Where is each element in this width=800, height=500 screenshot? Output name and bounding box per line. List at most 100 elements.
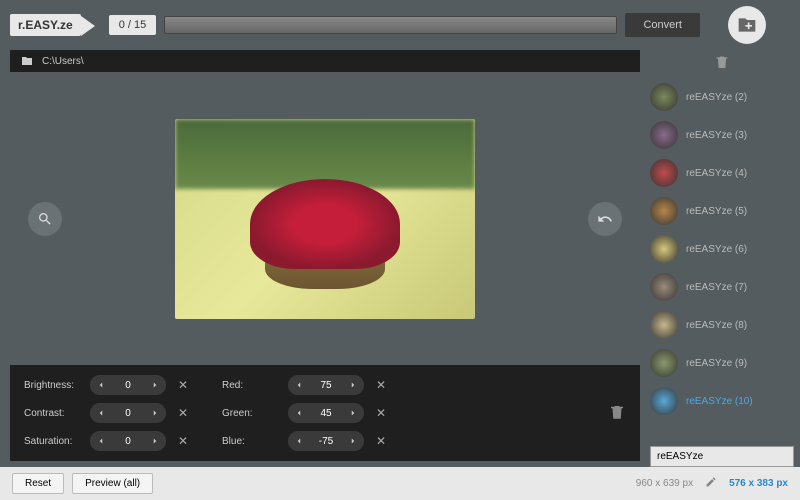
green-increase-button[interactable] xyxy=(342,403,364,423)
red-reset-button[interactable]: ✕ xyxy=(372,376,390,394)
contrast-increase-button[interactable] xyxy=(144,403,166,423)
preview-all-button[interactable]: Preview (all) xyxy=(72,473,153,494)
preset-label: reEASYze (5) xyxy=(686,206,747,217)
red-value: 75 xyxy=(310,380,342,391)
preset-label: reEASYze (2) xyxy=(686,92,747,103)
saturation-label: Saturation: xyxy=(24,436,84,447)
trash-icon xyxy=(608,403,626,421)
preset-thumbnail xyxy=(650,121,678,149)
contrast-control: Contrast: 0 ✕ xyxy=(24,403,192,423)
blue-increase-button[interactable] xyxy=(342,431,364,451)
green-value: 45 xyxy=(310,408,342,419)
zoom-button[interactable] xyxy=(28,202,62,236)
app-logo: r.EASY.ze xyxy=(10,14,81,36)
contrast-value: 0 xyxy=(112,408,144,419)
preset-thumbnail xyxy=(650,349,678,377)
blue-decrease-button[interactable] xyxy=(288,431,310,451)
preset-label: reEASYze (7) xyxy=(686,282,747,293)
magnifier-icon xyxy=(37,211,53,227)
green-stepper: 45 xyxy=(288,403,364,423)
green-label: Green: xyxy=(222,408,282,419)
convert-button[interactable]: Convert xyxy=(625,13,700,37)
arrow-right-icon xyxy=(348,436,358,446)
preview-image xyxy=(175,119,475,319)
preset-label: reEASYze (9) xyxy=(686,358,747,369)
reset-button[interactable]: Reset xyxy=(12,473,64,494)
add-folder-button[interactable] xyxy=(728,6,766,44)
preset-label: reEASYze (8) xyxy=(686,320,747,331)
saturation-decrease-button[interactable] xyxy=(90,431,112,451)
arrow-right-icon xyxy=(150,408,160,418)
preset-label: reEASYze (3) xyxy=(686,130,747,141)
path-bar: C:\Users\ xyxy=(10,50,640,72)
folder-icon xyxy=(20,55,34,67)
delete-preset-button[interactable] xyxy=(650,50,794,81)
progress-count: 0 / 15 xyxy=(109,15,157,35)
preset-label: reEASYze (6) xyxy=(686,244,747,255)
preset-thumbnail xyxy=(650,159,678,187)
arrow-left-icon xyxy=(294,436,304,446)
preset-item[interactable]: reEASYze (6) xyxy=(650,233,790,265)
saturation-control: Saturation: 0 ✕ xyxy=(24,431,192,451)
trash-icon xyxy=(714,54,730,70)
undo-button[interactable] xyxy=(588,202,622,236)
brightness-increase-button[interactable] xyxy=(144,375,166,395)
arrow-right-icon xyxy=(348,380,358,390)
preset-thumbnail xyxy=(650,235,678,263)
preset-item[interactable]: reEASYze (10) xyxy=(650,385,790,417)
brightness-stepper: 0 xyxy=(90,375,166,395)
arrow-left-icon xyxy=(96,380,106,390)
green-reset-button[interactable]: ✕ xyxy=(372,404,390,422)
original-dimensions: 960 x 639 px xyxy=(636,478,693,489)
preset-label: reEASYze (10) xyxy=(686,396,753,407)
saturation-value: 0 xyxy=(112,436,144,447)
arrow-left-icon xyxy=(96,436,106,446)
target-dimensions: 576 x 383 px xyxy=(729,478,788,489)
undo-icon xyxy=(597,211,613,227)
preset-item[interactable]: reEASYze (7) xyxy=(650,271,790,303)
red-control: Red: 75 ✕ xyxy=(222,375,390,395)
blue-reset-button[interactable]: ✕ xyxy=(372,432,390,450)
preset-item[interactable]: reEASYze (4) xyxy=(650,157,790,189)
arrow-left-icon xyxy=(96,408,106,418)
brightness-reset-button[interactable]: ✕ xyxy=(174,376,192,394)
edit-dimensions-button[interactable] xyxy=(705,476,717,491)
blue-label: Blue: xyxy=(222,436,282,447)
arrow-right-icon xyxy=(348,408,358,418)
preset-item[interactable]: reEASYze (3) xyxy=(650,119,790,151)
contrast-label: Contrast: xyxy=(24,408,84,419)
arrow-left-icon xyxy=(294,408,304,418)
green-decrease-button[interactable] xyxy=(288,403,310,423)
pencil-icon xyxy=(705,476,717,488)
blue-stepper: -75 xyxy=(288,431,364,451)
canvas-area xyxy=(10,78,640,359)
folder-plus-icon xyxy=(737,15,757,35)
blue-value: -75 xyxy=(310,436,342,447)
brightness-decrease-button[interactable] xyxy=(90,375,112,395)
saturation-stepper: 0 xyxy=(90,431,166,451)
delete-adjustments-button[interactable] xyxy=(608,403,626,424)
preset-list[interactable]: reEASYze (2) reEASYze (3) reEASYze (4) r… xyxy=(650,81,794,440)
contrast-decrease-button[interactable] xyxy=(90,403,112,423)
arrow-right-icon xyxy=(150,436,160,446)
adjustments-panel: Brightness: 0 ✕ Contrast: 0 ✕ Saturation… xyxy=(10,365,640,461)
brightness-label: Brightness: xyxy=(24,380,84,391)
preset-item[interactable]: reEASYze (2) xyxy=(650,81,790,113)
green-control: Green: 45 ✕ xyxy=(222,403,390,423)
red-label: Red: xyxy=(222,380,282,391)
red-increase-button[interactable] xyxy=(342,375,364,395)
saturation-reset-button[interactable]: ✕ xyxy=(174,432,192,450)
red-stepper: 75 xyxy=(288,375,364,395)
preset-item[interactable]: reEASYze (5) xyxy=(650,195,790,227)
preset-item[interactable]: reEASYze (9) xyxy=(650,347,790,379)
presets-sidebar: reEASYze (2) reEASYze (3) reEASYze (4) r… xyxy=(650,50,800,467)
contrast-reset-button[interactable]: ✕ xyxy=(174,404,192,422)
preset-name-input[interactable] xyxy=(650,446,794,467)
preset-thumbnail xyxy=(650,197,678,225)
arrow-left-icon xyxy=(294,380,304,390)
brightness-value: 0 xyxy=(112,380,144,391)
preset-item[interactable]: reEASYze (8) xyxy=(650,309,790,341)
red-decrease-button[interactable] xyxy=(288,375,310,395)
bottom-bar: Reset Preview (all) 960 x 639 px 576 x 3… xyxy=(0,467,800,500)
saturation-increase-button[interactable] xyxy=(144,431,166,451)
